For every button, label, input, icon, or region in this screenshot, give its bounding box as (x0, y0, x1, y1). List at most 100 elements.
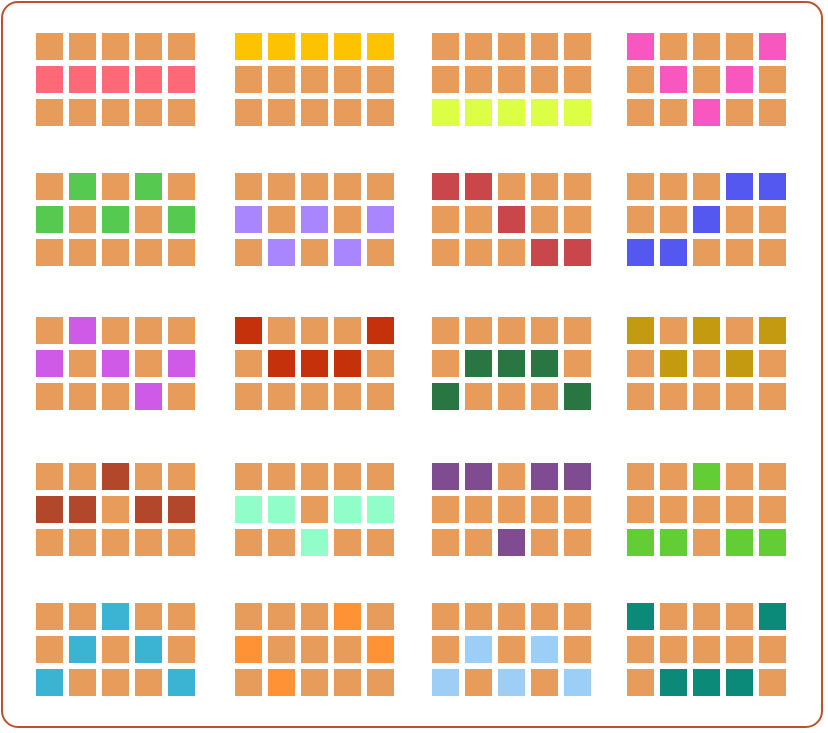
empty-cell[interactable] (301, 496, 328, 523)
empty-cell[interactable] (235, 239, 262, 266)
colored-cell[interactable] (531, 99, 558, 126)
empty-cell[interactable] (693, 239, 720, 266)
empty-cell[interactable] (531, 669, 558, 696)
empty-cell[interactable] (660, 173, 687, 200)
colored-cell[interactable] (660, 529, 687, 556)
empty-cell[interactable] (367, 350, 394, 377)
empty-cell[interactable] (301, 173, 328, 200)
empty-cell[interactable] (564, 317, 591, 344)
colored-cell[interactable] (36, 350, 63, 377)
empty-cell[interactable] (168, 173, 195, 200)
empty-cell[interactable] (135, 350, 162, 377)
empty-cell[interactable] (334, 529, 361, 556)
colored-cell[interactable] (69, 496, 96, 523)
colored-cell[interactable] (334, 33, 361, 60)
empty-cell[interactable] (69, 350, 96, 377)
empty-cell[interactable] (301, 239, 328, 266)
colored-cell[interactable] (531, 463, 558, 490)
empty-cell[interactable] (726, 496, 753, 523)
colored-cell[interactable] (693, 669, 720, 696)
colored-cell[interactable] (660, 66, 687, 93)
empty-cell[interactable] (693, 529, 720, 556)
empty-cell[interactable] (69, 239, 96, 266)
empty-cell[interactable] (531, 383, 558, 410)
colored-cell[interactable] (627, 317, 654, 344)
empty-cell[interactable] (301, 383, 328, 410)
colored-cell[interactable] (564, 463, 591, 490)
empty-cell[interactable] (627, 350, 654, 377)
empty-cell[interactable] (660, 636, 687, 663)
empty-cell[interactable] (102, 239, 129, 266)
empty-cell[interactable] (465, 239, 492, 266)
empty-cell[interactable] (135, 33, 162, 60)
colored-cell[interactable] (432, 173, 459, 200)
empty-cell[interactable] (726, 383, 753, 410)
colored-cell[interactable] (627, 529, 654, 556)
empty-cell[interactable] (531, 66, 558, 93)
empty-cell[interactable] (627, 173, 654, 200)
empty-cell[interactable] (268, 206, 295, 233)
empty-cell[interactable] (102, 99, 129, 126)
empty-cell[interactable] (693, 350, 720, 377)
empty-cell[interactable] (693, 636, 720, 663)
empty-cell[interactable] (268, 173, 295, 200)
empty-cell[interactable] (102, 669, 129, 696)
colored-cell[interactable] (168, 206, 195, 233)
colored-cell[interactable] (367, 206, 394, 233)
colored-cell[interactable] (498, 669, 525, 696)
colored-cell[interactable] (564, 239, 591, 266)
empty-cell[interactable] (36, 383, 63, 410)
empty-cell[interactable] (432, 317, 459, 344)
empty-cell[interactable] (531, 206, 558, 233)
empty-cell[interactable] (660, 33, 687, 60)
empty-cell[interactable] (660, 383, 687, 410)
empty-cell[interactable] (268, 603, 295, 630)
colored-cell[interactable] (564, 99, 591, 126)
colored-cell[interactable] (268, 239, 295, 266)
colored-cell[interactable] (334, 603, 361, 630)
colored-cell[interactable] (235, 206, 262, 233)
empty-cell[interactable] (334, 66, 361, 93)
colored-cell[interactable] (465, 350, 492, 377)
empty-cell[interactable] (465, 33, 492, 60)
empty-cell[interactable] (36, 603, 63, 630)
empty-cell[interactable] (168, 383, 195, 410)
empty-cell[interactable] (693, 33, 720, 60)
colored-cell[interactable] (102, 603, 129, 630)
empty-cell[interactable] (301, 636, 328, 663)
colored-cell[interactable] (465, 173, 492, 200)
empty-cell[interactable] (627, 66, 654, 93)
empty-cell[interactable] (334, 173, 361, 200)
empty-cell[interactable] (498, 603, 525, 630)
empty-cell[interactable] (301, 463, 328, 490)
empty-cell[interactable] (168, 317, 195, 344)
colored-cell[interactable] (268, 33, 295, 60)
empty-cell[interactable] (627, 496, 654, 523)
colored-cell[interactable] (102, 463, 129, 490)
empty-cell[interactable] (432, 239, 459, 266)
colored-cell[interactable] (102, 206, 129, 233)
empty-cell[interactable] (235, 463, 262, 490)
colored-cell[interactable] (268, 350, 295, 377)
empty-cell[interactable] (235, 529, 262, 556)
empty-cell[interactable] (235, 173, 262, 200)
empty-cell[interactable] (465, 669, 492, 696)
colored-cell[interactable] (498, 206, 525, 233)
empty-cell[interactable] (69, 383, 96, 410)
colored-cell[interactable] (498, 529, 525, 556)
empty-cell[interactable] (69, 463, 96, 490)
colored-cell[interactable] (726, 173, 753, 200)
empty-cell[interactable] (334, 463, 361, 490)
colored-cell[interactable] (69, 173, 96, 200)
colored-cell[interactable] (531, 636, 558, 663)
colored-cell[interactable] (564, 383, 591, 410)
colored-cell[interactable] (627, 239, 654, 266)
empty-cell[interactable] (36, 317, 63, 344)
empty-cell[interactable] (564, 66, 591, 93)
empty-cell[interactable] (367, 66, 394, 93)
empty-cell[interactable] (102, 529, 129, 556)
empty-cell[interactable] (627, 383, 654, 410)
colored-cell[interactable] (36, 206, 63, 233)
empty-cell[interactable] (531, 173, 558, 200)
empty-cell[interactable] (564, 173, 591, 200)
